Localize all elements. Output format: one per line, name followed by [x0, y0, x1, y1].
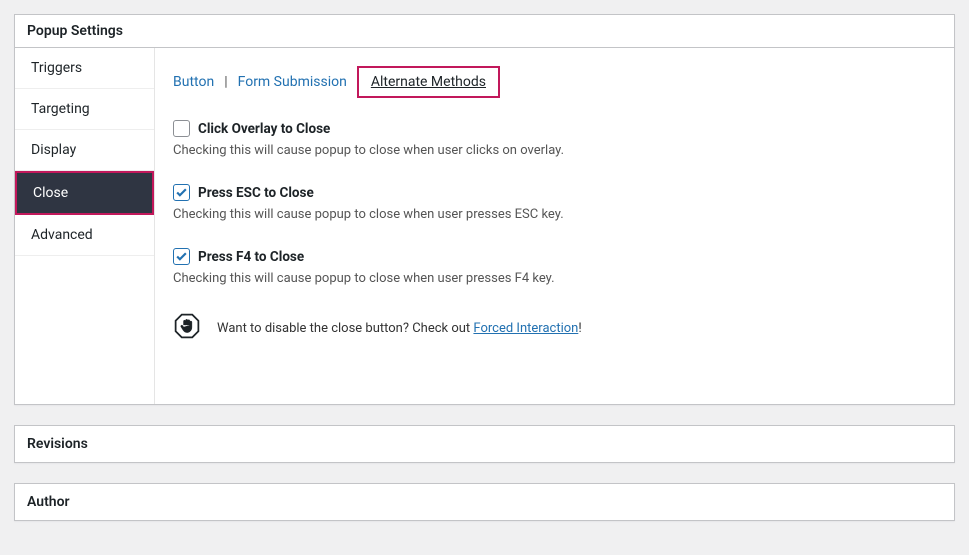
field-press-esc: Press ESC to Close Checking this will ca… — [173, 184, 936, 222]
sidebar-item-targeting[interactable]: Targeting — [15, 89, 154, 130]
author-title: Author — [27, 494, 942, 510]
desc-click-overlay: Checking this will cause popup to close … — [173, 143, 936, 158]
sidebar-item-display[interactable]: Display — [15, 130, 154, 171]
settings-sidebar: Triggers Targeting Display Close Advance… — [15, 48, 155, 404]
popup-settings-body: Triggers Targeting Display Close Advance… — [15, 48, 954, 404]
sidebar-item-triggers[interactable]: Triggers — [15, 48, 154, 89]
hand-stop-icon — [173, 312, 201, 344]
sidebar-item-advanced[interactable]: Advanced — [15, 215, 154, 256]
subtab-form-submission[interactable]: Form Submission — [238, 74, 347, 90]
forced-interaction-link[interactable]: Forced Interaction — [473, 321, 578, 336]
check-icon — [175, 186, 188, 199]
checkbox-press-f4[interactable] — [173, 248, 190, 265]
forced-interaction-note: Want to disable the close button? Check … — [173, 312, 936, 344]
note-text: Want to disable the close button? Check … — [217, 321, 582, 336]
note-suffix: ! — [578, 321, 581, 336]
popup-settings-panel: Popup Settings Triggers Targeting Displa… — [14, 14, 955, 405]
revisions-title: Revisions — [27, 436, 942, 452]
panel-title: Popup Settings — [27, 23, 942, 39]
label-click-overlay: Click Overlay to Close — [198, 121, 330, 137]
revisions-panel[interactable]: Revisions — [14, 425, 955, 463]
checkbox-click-overlay[interactable] — [173, 120, 190, 137]
label-press-f4: Press F4 to Close — [198, 249, 304, 265]
check-icon — [175, 250, 188, 263]
settings-content: Button | Form Submission Alternate Metho… — [155, 48, 954, 404]
sidebar-item-close[interactable]: Close — [15, 171, 154, 215]
subtab-separator: | — [224, 74, 227, 90]
popup-settings-header: Popup Settings — [15, 15, 954, 48]
subtab-alternate-methods[interactable]: Alternate Methods — [357, 66, 500, 98]
close-subtabs: Button | Form Submission Alternate Metho… — [173, 66, 936, 98]
field-press-f4: Press F4 to Close Checking this will cau… — [173, 248, 936, 286]
field-click-overlay: Click Overlay to Close Checking this wil… — [173, 120, 936, 158]
note-prefix: Want to disable the close button? Check … — [217, 321, 473, 336]
subtab-button[interactable]: Button — [173, 74, 214, 90]
author-panel[interactable]: Author — [14, 483, 955, 521]
label-press-esc: Press ESC to Close — [198, 185, 314, 201]
desc-press-f4: Checking this will cause popup to close … — [173, 271, 936, 286]
desc-press-esc: Checking this will cause popup to close … — [173, 207, 936, 222]
checkbox-press-esc[interactable] — [173, 184, 190, 201]
